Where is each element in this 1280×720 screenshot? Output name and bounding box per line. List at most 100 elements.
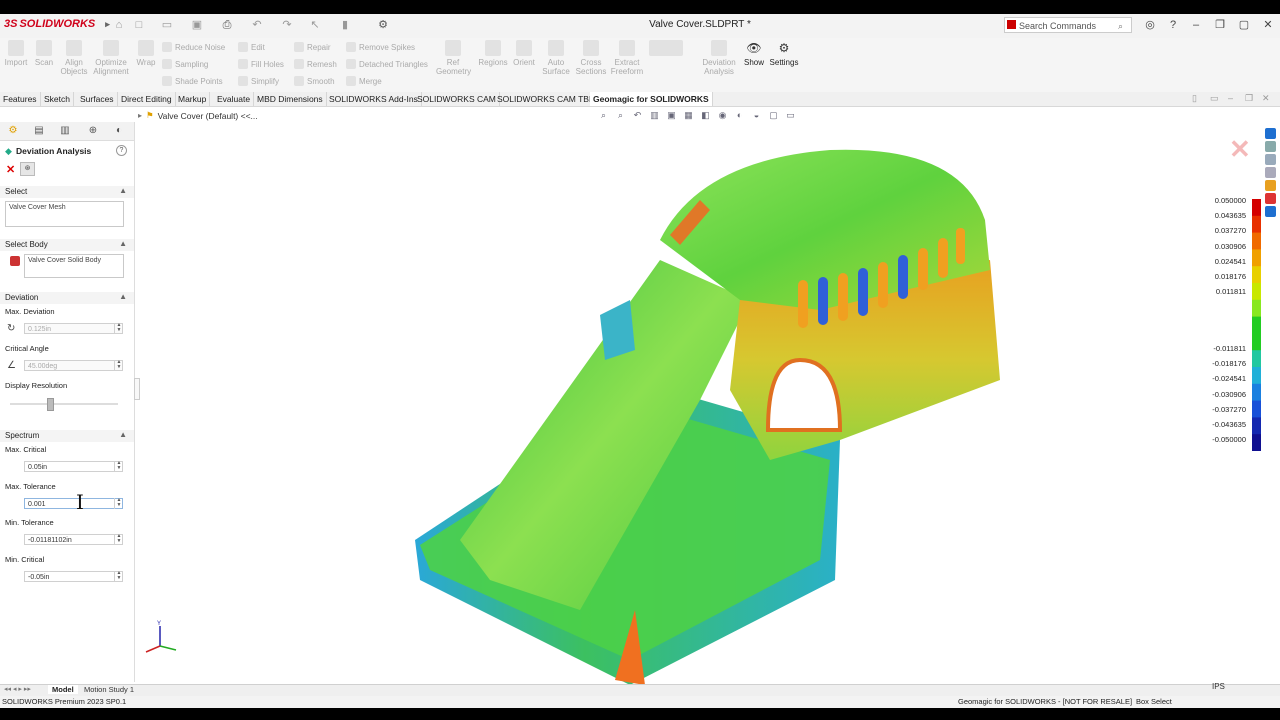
zoom-fit-icon[interactable]: ⌕: [596, 109, 611, 122]
open-icon[interactable]: ▭: [160, 19, 174, 31]
maximize-icon[interactable]: ▢: [1236, 18, 1252, 32]
help-icon[interactable]: ?: [1165, 18, 1181, 32]
property-manager-icon[interactable]: ▤: [32, 124, 46, 138]
collapse-icon[interactable]: ▲: [119, 430, 127, 439]
tab-mbd-dimensions[interactable]: MBD Dimensions: [254, 92, 327, 106]
shade-points-button[interactable]: Shade Points: [162, 76, 223, 86]
tab-solidworks-cam[interactable]: SOLIDWORKS CAM: [414, 92, 500, 106]
display-style-icon[interactable]: ◧: [698, 109, 713, 122]
configuration-manager-icon[interactable]: ▥: [58, 124, 72, 138]
cancel-icon[interactable]: ✕: [6, 163, 15, 176]
tab-features[interactable]: Features: [0, 92, 41, 106]
status-units[interactable]: IPS: [1212, 682, 1225, 691]
view-palette-icon[interactable]: [1265, 167, 1276, 178]
scan-button[interactable]: Scan: [32, 40, 56, 67]
show-button[interactable]: 👁 Show: [740, 40, 768, 67]
min-critical-spinner[interactable]: ▲ ▼: [114, 571, 123, 582]
orient-button[interactable]: Orient: [510, 40, 538, 67]
wrap-button[interactable]: Wrap: [134, 40, 158, 67]
max-tolerance-field[interactable]: 0.001: [24, 498, 123, 509]
remesh-button[interactable]: Remesh: [294, 59, 337, 69]
display-resolution-track[interactable]: [10, 398, 118, 411]
max-deviation-spinner[interactable]: ▲ ▼: [114, 323, 123, 334]
settings-button[interactable]: ⚙ Settings: [768, 40, 800, 67]
tab-nav-arrows-icon[interactable]: ◂◂ ◂ ▸ ▸▸: [4, 685, 31, 693]
select-mesh-listbox[interactable]: Valve Cover Mesh: [5, 201, 124, 227]
fill-holes-button[interactable]: Fill Holes: [238, 59, 284, 69]
max-tolerance-spinner[interactable]: ▲ ▼: [114, 498, 123, 509]
critical-angle-field[interactable]: 45.00deg: [24, 360, 123, 371]
selected-body-item[interactable]: Valve Cover Solid Body: [28, 257, 101, 264]
repair-button[interactable]: Repair: [294, 42, 331, 52]
select-body-section-header[interactable]: Select Body ▲: [0, 239, 134, 251]
auto-surface-button[interactable]: Auto Surface: [542, 40, 570, 76]
design-library-icon[interactable]: [1265, 141, 1276, 152]
edit-appearance-icon[interactable]: ◐: [732, 109, 747, 122]
pushpin-icon[interactable]: ⊛: [20, 162, 35, 176]
section-view-icon[interactable]: ▥: [647, 109, 662, 122]
panel-tile-icon[interactable]: ▯: [1192, 93, 1197, 104]
tab-model[interactable]: Model: [48, 685, 78, 694]
redo-icon[interactable]: ↷: [280, 19, 294, 31]
critical-angle-spinner[interactable]: ▲ ▼: [114, 360, 123, 371]
feature-manager-icon[interactable]: ⚙: [6, 124, 20, 138]
tab-direct-editing[interactable]: Direct Editing: [118, 92, 176, 106]
max-deviation-field[interactable]: 0.125in: [24, 323, 123, 334]
deviation-analysis-button[interactable]: Deviation Analysis: [700, 40, 738, 76]
menu-arrow-icon[interactable]: ▸: [105, 19, 110, 30]
panel-minimize-icon[interactable]: ▭: [1210, 93, 1219, 104]
select-body-listbox[interactable]: Valve Cover Solid Body: [24, 254, 124, 278]
resources-icon[interactable]: [1265, 128, 1276, 139]
collapse-icon[interactable]: ▲: [119, 239, 127, 248]
min-critical-field[interactable]: -0.05in: [24, 571, 123, 582]
align-objects-button[interactable]: Align Objects: [60, 40, 88, 76]
monitor-icon[interactable]: ▭: [783, 109, 798, 122]
new-doc-icon[interactable]: □: [132, 19, 146, 31]
display-resolution-slider[interactable]: [47, 398, 54, 411]
detached-triangles-button[interactable]: Detached Triangles: [346, 59, 428, 69]
print-icon[interactable]: ⎙: [220, 19, 234, 31]
tab-motion-study[interactable]: Motion Study 1: [84, 685, 134, 694]
regions-button[interactable]: Regions: [476, 40, 510, 67]
solidworks-forum-icon[interactable]: [1265, 206, 1276, 217]
user-icon[interactable]: ◎: [1142, 18, 1158, 32]
minimize-icon[interactable]: –: [1188, 18, 1204, 32]
merge-button[interactable]: Merge: [346, 76, 382, 86]
min-tolerance-field[interactable]: -0.01181102in: [24, 534, 123, 545]
status-select-mode[interactable]: Box Select: [1136, 697, 1172, 706]
tab-surfaces[interactable]: Surfaces: [77, 92, 118, 106]
tab-geomagic[interactable]: Geomagic for SOLIDWORKS: [590, 92, 713, 106]
panel-restore-icon[interactable]: ❐: [1245, 93, 1253, 104]
confirm-close-icon[interactable]: ✕: [1229, 134, 1251, 165]
file-explorer-icon[interactable]: [1265, 154, 1276, 165]
appearances-icon[interactable]: [1265, 180, 1276, 191]
search-icon[interactable]: ⌕: [1118, 18, 1123, 34]
help-icon[interactable]: ?: [116, 145, 127, 156]
remove-spikes-button[interactable]: Remove Spikes: [346, 42, 415, 52]
deviation-section-header[interactable]: Deviation ▲: [0, 292, 134, 304]
extract-freeform-button[interactable]: Extract Freeform: [610, 40, 644, 76]
surface-tools-group[interactable]: [646, 40, 686, 58]
save-icon[interactable]: ▣: [190, 19, 204, 31]
collapse-icon[interactable]: ▲: [119, 292, 127, 301]
solidworks-logo[interactable]: 3S SOLIDWORKS ▸: [4, 18, 110, 30]
optimize-alignment-button[interactable]: Optimize Alignment: [92, 40, 130, 76]
previous-view-icon[interactable]: ↶: [630, 109, 645, 122]
smooth-button[interactable]: Smooth: [294, 76, 335, 86]
undo-icon[interactable]: ↶: [250, 19, 264, 31]
options-gear-icon[interactable]: ⚙: [376, 19, 390, 31]
simplify-button[interactable]: Simplify: [238, 76, 279, 86]
reduce-noise-button[interactable]: Reduce Noise: [162, 42, 225, 52]
ref-geometry-button[interactable]: Ref Geometry: [436, 40, 471, 76]
cross-sections-button[interactable]: Cross Sections: [574, 40, 608, 76]
tab-evaluate[interactable]: Evaluate: [214, 92, 255, 106]
tab-solidworks-cam-tbm[interactable]: SOLIDWORKS CAM TBM: [494, 92, 601, 106]
display-manager-icon[interactable]: ◐: [112, 124, 126, 138]
panel-close-icon[interactable]: ✕: [1262, 93, 1270, 104]
panel-splitter[interactable]: [134, 378, 140, 400]
tab-solidworks-add-ins[interactable]: SOLIDWORKS Add-Ins: [326, 92, 422, 106]
max-critical-spinner[interactable]: ▲ ▼: [114, 461, 123, 472]
select-icon[interactable]: ↖: [308, 19, 322, 31]
search-commands-input[interactable]: Search Commands ⌕: [1004, 17, 1132, 33]
dimxpert-icon[interactable]: ⊕: [86, 124, 100, 138]
